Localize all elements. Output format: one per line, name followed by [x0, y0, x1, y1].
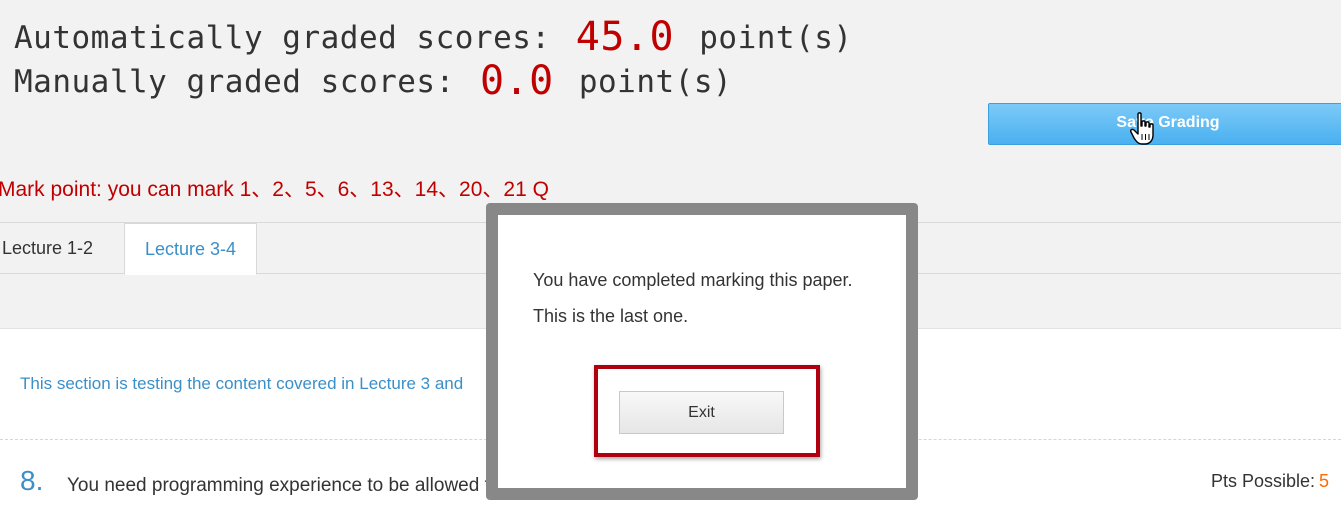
- manual-score-line: Manually graded scores: 0.0 point(s): [14, 58, 732, 104]
- question-number: 8.: [20, 465, 44, 496]
- auto-score-line: Automatically graded scores: 45.0 point(…: [14, 14, 853, 60]
- dialog-body: You have completed marking this paper. T…: [498, 215, 906, 488]
- mark-point-text: Mark point: you can mark 1、2、5、6、13、14、2…: [0, 178, 549, 201]
- points-possible: Pts Possible: 5: [1211, 471, 1329, 492]
- points-possible-label: Pts Possible:: [1210, 471, 1315, 491]
- tab-lecture-3-4[interactable]: Lecture 3-4: [124, 223, 258, 275]
- manual-score-label: Manually graded scores:: [14, 64, 455, 100]
- exit-button[interactable]: Exit: [619, 391, 784, 434]
- hand-pointer-cursor-icon: [1130, 112, 1154, 145]
- manual-score-value: 0.0: [479, 58, 554, 104]
- completion-dialog: You have completed marking this paper. T…: [486, 203, 918, 500]
- section-description: This section is testing the content cove…: [20, 374, 464, 393]
- manual-score-unit: point(s): [578, 64, 733, 100]
- points-possible-value: 5: [1318, 471, 1329, 491]
- save-grading-button[interactable]: Save Grading: [988, 103, 1341, 145]
- tab-lecture-1-2[interactable]: Lecture 1-2: [0, 223, 113, 274]
- auto-score-unit: point(s): [699, 20, 853, 56]
- dialog-message-completed: You have completed marking this paper.: [533, 270, 853, 290]
- dialog-message-last: This is the last one.: [533, 306, 689, 326]
- auto-score-label: Automatically graded scores:: [14, 20, 551, 56]
- auto-score-value: 45.0: [575, 14, 675, 60]
